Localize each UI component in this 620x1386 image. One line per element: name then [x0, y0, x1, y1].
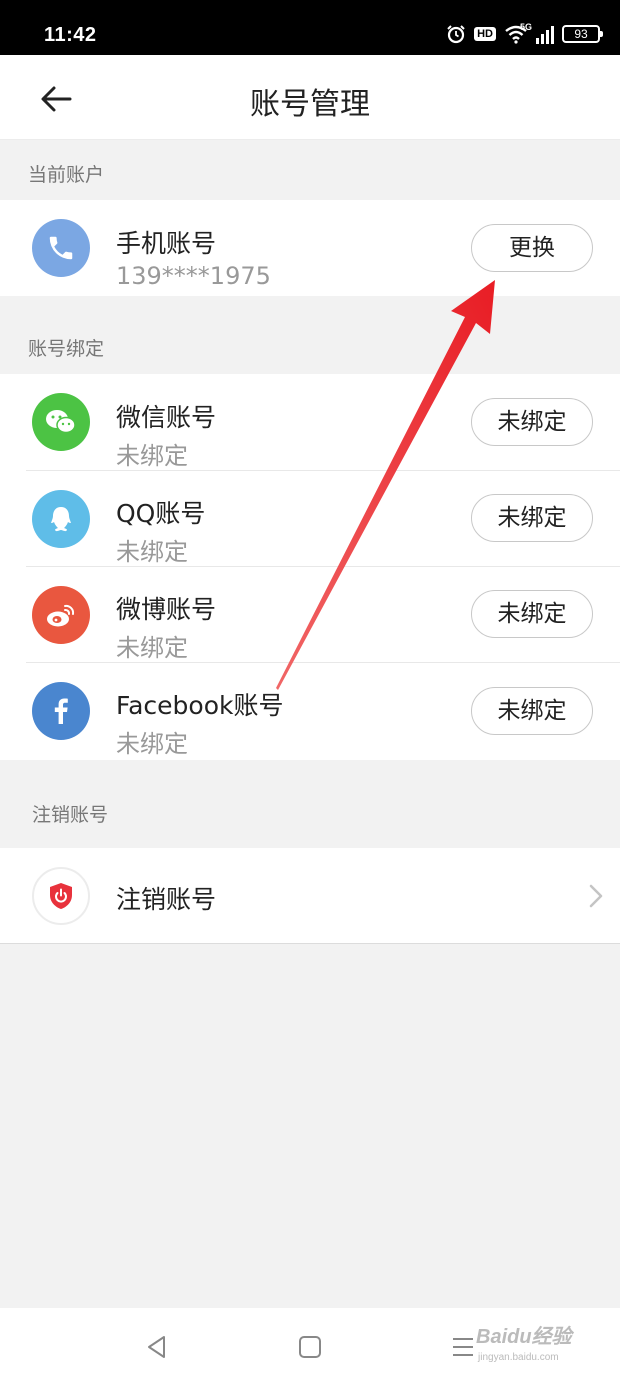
list-item-weibo: 微博账号 未绑定 未绑定: [0, 566, 620, 662]
nav-back-icon[interactable]: [144, 1334, 170, 1360]
list-item-qq: QQ账号 未绑定 未绑定: [0, 470, 620, 566]
wechat-icon: [32, 393, 90, 451]
deactivate-row[interactable]: 注销账号: [0, 848, 620, 944]
status-time: 11:42: [44, 24, 97, 46]
qq-icon: [32, 490, 90, 548]
status-bar: 11:42 HD 5G 93: [0, 0, 620, 55]
weibo-icon: [32, 586, 90, 644]
battery-icon: 93: [562, 25, 603, 43]
bindings-card: 微信账号 未绑定 未绑定 QQ账号 未绑定 未绑定 微博账号 未绑定 未绑定 F…: [0, 374, 620, 760]
current-account-card: 手机账号 139****1975 更换: [0, 200, 620, 296]
facebook-title: Facebook账号: [116, 691, 284, 720]
hd-icon: HD: [474, 27, 496, 41]
facebook-status: 未绑定: [116, 730, 188, 758]
page-title: 账号管理: [250, 87, 370, 122]
bind-facebook-button[interactable]: 未绑定: [471, 687, 593, 735]
weibo-status: 未绑定: [116, 634, 188, 662]
section-label-bindings: 账号绑定: [28, 338, 105, 360]
change-phone-button[interactable]: 更换: [471, 224, 593, 272]
watermark-logo: Baidu经验: [476, 1326, 572, 1348]
facebook-icon: [32, 682, 90, 740]
qq-status: 未绑定: [116, 538, 188, 566]
app-header: 账号管理: [0, 55, 620, 140]
alarm-icon: [447, 25, 465, 44]
status-icons: HD 5G 93: [446, 22, 603, 44]
phone-number: 139****1975: [116, 262, 271, 290]
chevron-right-icon: [589, 884, 603, 908]
wechat-title: 微信账号: [116, 403, 217, 432]
section-label-current-account: 当前账户: [28, 164, 105, 186]
bind-wechat-button[interactable]: 未绑定: [471, 398, 593, 446]
signal-icon: 5G: [520, 22, 554, 44]
list-item-wechat: 微信账号 未绑定 未绑定: [0, 374, 620, 470]
qq-title: QQ账号: [116, 499, 206, 528]
watermark-url: jingyan.baidu.com: [478, 1352, 559, 1363]
wechat-status: 未绑定: [116, 442, 188, 470]
phone-icon: [32, 219, 90, 277]
network-type-label: 5G: [520, 22, 533, 32]
deactivate-title: 注销账号: [116, 885, 217, 914]
bind-qq-button[interactable]: 未绑定: [471, 494, 593, 542]
list-item-facebook: Facebook账号 未绑定 未绑定: [0, 662, 620, 760]
phone-account-title: 手机账号: [116, 229, 217, 258]
power-shield-icon: [32, 867, 90, 925]
section-label-deactivate: 注销账号: [32, 804, 109, 826]
weibo-title: 微博账号: [116, 595, 217, 624]
nav-home-icon[interactable]: [297, 1334, 323, 1360]
nav-menu-icon[interactable]: [450, 1334, 476, 1360]
bind-weibo-button[interactable]: 未绑定: [471, 590, 593, 638]
